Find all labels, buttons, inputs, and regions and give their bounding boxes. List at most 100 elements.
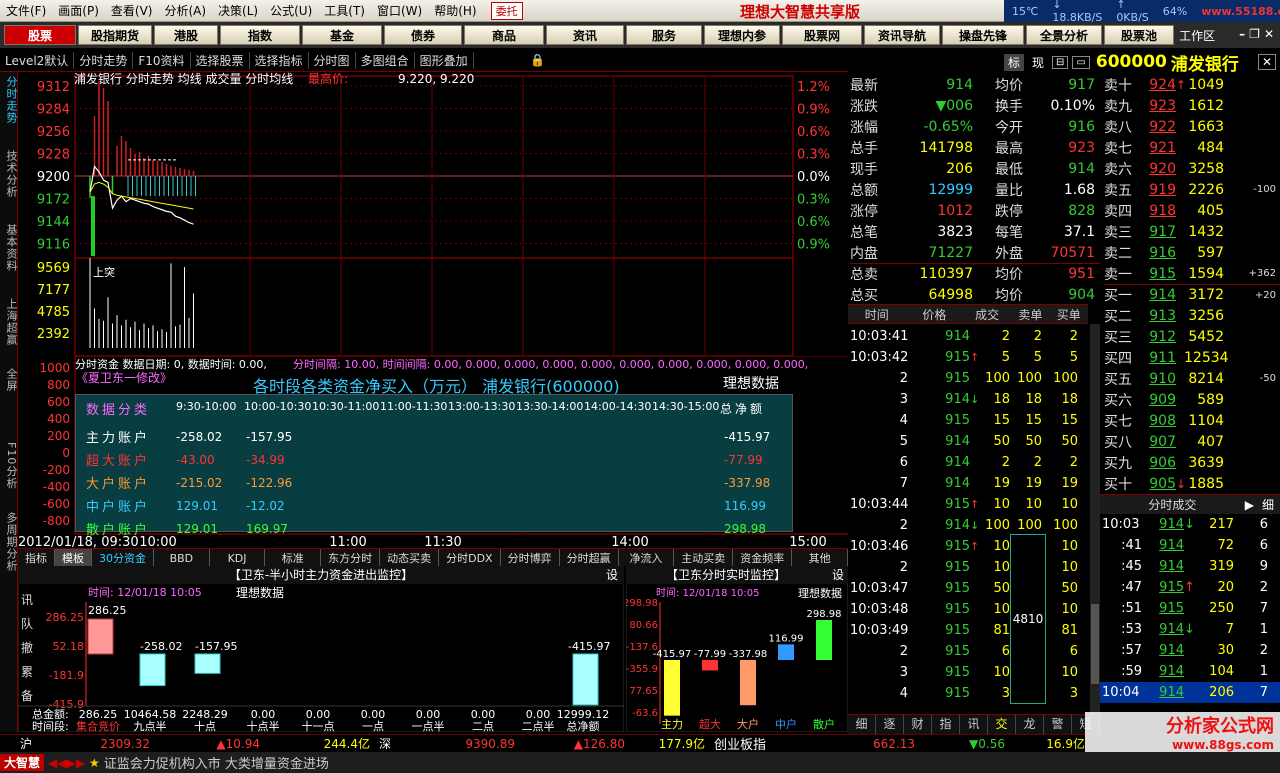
trade-row-12[interactable]: 10:03:47 915 50 50 [848, 578, 1088, 599]
side-tab-0[interactable]: 分时走势 [0, 76, 18, 124]
indicator-tab-9[interactable]: 分时博弈 [501, 549, 560, 567]
quote-tab-3[interactable]: 指 [932, 715, 960, 734]
indicator-tab-8[interactable]: 分时DDX [439, 549, 501, 567]
trade-row-13[interactable]: 10:03:48 915 10 10 [848, 599, 1088, 620]
close-icon[interactable]: ✕ [1264, 27, 1274, 44]
nav-button-7[interactable]: 资讯 [546, 25, 624, 45]
nav-button-11[interactable]: 资讯导航 [864, 25, 940, 45]
trade-row-0[interactable]: 10:03:41 914 2 2 2 [848, 326, 1088, 347]
side-tab-4[interactable]: 全屏 [0, 368, 18, 392]
nav-button-2[interactable]: 港股 [154, 25, 218, 45]
app-logo[interactable]: 大智慧 [0, 754, 45, 771]
workspace-label[interactable]: 工作区 [1179, 27, 1215, 44]
nav-button-12[interactable]: 操盘先锋 [942, 25, 1024, 45]
quote-tab-5[interactable]: 交 [988, 715, 1016, 734]
toolbar-item-5[interactable]: 分时图 [309, 52, 356, 69]
indicator-tab-7[interactable]: 动态买卖 [380, 549, 440, 567]
trade-row-2[interactable]: 2 915 100 100 100 [848, 368, 1088, 389]
menu-item-6[interactable]: 工具(T) [318, 2, 371, 19]
menu-item-2[interactable]: 查看(V) [105, 2, 159, 19]
indicator-tab-11[interactable]: 净流入 [619, 549, 675, 567]
toolbar-item-0[interactable]: Level2默认 [0, 52, 75, 69]
scrollbar-thumb[interactable] [1091, 604, 1099, 684]
nav-button-9[interactable]: 理想内参 [704, 25, 780, 45]
nav-button-1[interactable]: 股指期货 [78, 25, 152, 45]
split-icon[interactable]: ⊟ [1052, 55, 1069, 69]
nav-button-10[interactable]: 股票网 [782, 25, 862, 45]
indicator-tab-5[interactable]: 标准 [265, 549, 322, 567]
indicator-tab-4[interactable]: KDJ [210, 549, 266, 567]
nav-button-0[interactable]: 股票 [4, 25, 76, 45]
trade-row-9[interactable]: 2 914 ↓ 100 100 100 [848, 515, 1088, 536]
trade-row-7[interactable]: 7 914 19 19 19 [848, 473, 1088, 494]
trade-row-11[interactable]: 2 915 10 10 [848, 557, 1088, 578]
quote-tab-4[interactable]: 讯 [960, 715, 988, 734]
nav-button-8[interactable]: 服务 [626, 25, 702, 45]
nav-button-3[interactable]: 指数 [220, 25, 300, 45]
menu-item-4[interactable]: 决策(L) [212, 2, 264, 19]
menu-item-7[interactable]: 窗口(W) [371, 2, 428, 19]
lock-icon[interactable]: 🔒 [530, 53, 545, 67]
trades-list[interactable]: 10:03:41 914 2 2 2 10:03:42 915 ↑ 5 5 5 2 915 100 100 1… [848, 324, 1088, 714]
indicator-tab-14[interactable]: 其他 [792, 549, 848, 567]
trade-row-16[interactable]: 3 915 10 10 [848, 662, 1088, 683]
side-tab-2[interactable]: 基本资料 [0, 224, 18, 272]
indicator-tab-6[interactable]: 东方分时 [321, 549, 381, 567]
menu-item-1[interactable]: 画面(P) [52, 2, 105, 19]
quote-tab-6[interactable]: 龙 [1016, 715, 1044, 734]
close-quote-icon[interactable]: ✕ [1257, 54, 1276, 70]
side-tab-1[interactable]: 技术分析 [0, 150, 18, 198]
trade-row-17[interactable]: 4 915 3 3 [848, 683, 1088, 704]
play-icon[interactable]: ▶ [1245, 498, 1254, 512]
trade-row-4[interactable]: 4 915 15 15 15 [848, 410, 1088, 431]
toolbar-item-6[interactable]: 多图组合 [356, 52, 415, 69]
trade-row-15[interactable]: 2 915 6 6 [848, 641, 1088, 662]
side-tab-3[interactable]: 上海超赢 [0, 298, 18, 346]
indicator-tab-1[interactable]: 模板 [55, 549, 92, 567]
menu-item-3[interactable]: 分析(A) [158, 2, 212, 19]
tab-xian[interactable]: 现 [1028, 54, 1048, 71]
quote-tab-0[interactable]: 细 [848, 715, 876, 734]
trades-scrollbar[interactable] [1090, 324, 1100, 714]
menu-item-0[interactable]: 文件(F) [0, 2, 52, 19]
ticker-text[interactable]: 证监会力促机构入市 大类增量资金进场 [104, 753, 329, 772]
nav-button-14[interactable]: 股票池 [1104, 25, 1174, 45]
quote-tab-2[interactable]: 财 [904, 715, 932, 734]
indicator-tab-0[interactable]: 指标 [18, 549, 55, 567]
indicator-tab-10[interactable]: 分时超赢 [560, 549, 619, 567]
trade-row-6[interactable]: 6 914 2 2 2 [848, 452, 1088, 473]
trade-row-14[interactable]: 10:03:49 915 81 81 [848, 620, 1088, 641]
entrust-button[interactable]: 委托 [490, 1, 523, 20]
toolbar-item-7[interactable]: 图形叠加 [415, 52, 474, 69]
toolbar-item-2[interactable]: F10资料 [133, 52, 191, 69]
indicator-tab-3[interactable]: BBD [154, 549, 210, 567]
trade-row-3[interactable]: 3 914 ↓ 18 18 18 [848, 389, 1088, 410]
trade-row-10[interactable]: 10:03:46 915 ↑ 10 10 [848, 536, 1088, 557]
menu-item-8[interactable]: 帮助(H) [428, 2, 482, 19]
trade-row-8[interactable]: 10:03:44 915 ↑ 10 10 10 [848, 494, 1088, 515]
minimize-icon[interactable]: – [1239, 27, 1245, 44]
toolbar-item-3[interactable]: 选择股票 [191, 52, 250, 69]
fund-row-label: 大户账户 [86, 477, 151, 492]
side-tab-6[interactable]: 多周期分析 [0, 512, 18, 572]
nav-button-4[interactable]: 基金 [302, 25, 382, 45]
indicator-tab-2[interactable]: 30分资金 [92, 549, 154, 567]
nav-button-5[interactable]: 债券 [384, 25, 462, 45]
window-icon[interactable]: ▭ [1072, 55, 1090, 69]
side-tab-5[interactable]: F10分析 [0, 442, 18, 489]
indicator-tab-12[interactable]: 主动买卖 [674, 549, 734, 567]
restore-icon[interactable]: ❐ [1249, 27, 1260, 44]
menu-item-5[interactable]: 公式(U) [264, 2, 318, 19]
quote-tab-1[interactable]: 逐 [876, 715, 904, 734]
trade-row-1[interactable]: 10:03:42 915 ↑ 5 5 5 [848, 347, 1088, 368]
nav-button-6[interactable]: 商品 [464, 25, 544, 45]
indicator-tab-13[interactable]: 资金频率 [733, 549, 793, 567]
nav-button-13[interactable]: 全景分析 [1026, 25, 1102, 45]
trade-row-5[interactable]: 5 914 50 50 50 [848, 431, 1088, 452]
toolbar-item-1[interactable]: 分时走势 [74, 52, 134, 69]
rtrades-detail-button[interactable]: 细 [1262, 496, 1274, 513]
quote-tab-7[interactable]: 警 [1044, 715, 1072, 734]
tab-biao[interactable]: 标 [1004, 53, 1025, 71]
toolbar-item-4[interactable]: 选择指标 [250, 52, 309, 69]
intraday-chart-svg[interactable]: 浦发银行 分时走势 均线 成交量 分时均线 最高价: 9.220, 9.220 931… [18, 71, 848, 362]
